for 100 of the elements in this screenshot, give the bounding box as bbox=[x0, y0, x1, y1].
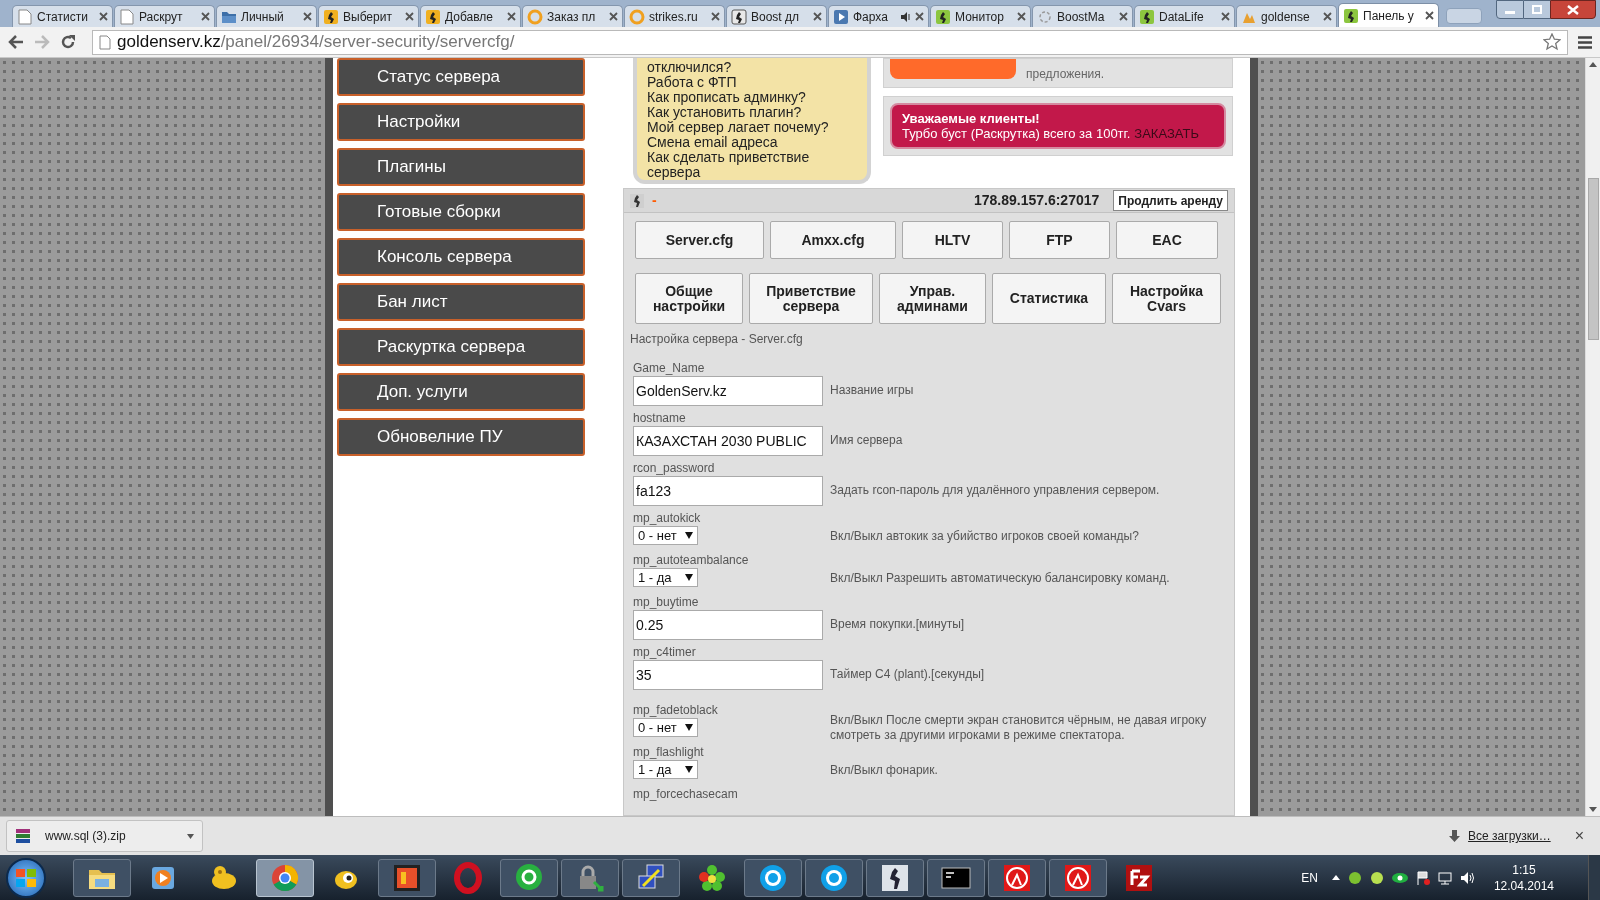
scrollbar-thumb[interactable] bbox=[1587, 178, 1599, 340]
config-tab[interactable]: FTP bbox=[1009, 221, 1110, 259]
browser-tab[interactable]: Личный bbox=[216, 5, 317, 27]
clock-time[interactable]: 1:15 bbox=[1512, 861, 1536, 878]
menu-icon[interactable] bbox=[1578, 35, 1592, 49]
close-button[interactable] bbox=[1550, 0, 1596, 19]
menu-item[interactable]: Раскуртка сервера bbox=[337, 328, 585, 366]
taskbar-button[interactable] bbox=[988, 858, 1046, 897]
text-field[interactable]: 35 bbox=[633, 660, 823, 690]
close-icon[interactable] bbox=[609, 12, 618, 21]
close-icon[interactable] bbox=[915, 12, 924, 21]
restore-button[interactable] bbox=[1524, 0, 1550, 19]
config-tab[interactable]: HLTV bbox=[902, 221, 1003, 259]
section-tab[interactable]: Настройка Cvars bbox=[1112, 273, 1221, 324]
faq-link[interactable]: Как прописать админку? bbox=[647, 90, 857, 105]
browser-tab[interactable]: Фарха bbox=[828, 5, 929, 27]
close-icon[interactable] bbox=[1221, 12, 1230, 21]
caret-up-icon[interactable] bbox=[1331, 875, 1340, 880]
close-downloads-button[interactable]: × bbox=[1574, 824, 1584, 848]
text-field[interactable]: 0.25 bbox=[633, 610, 823, 640]
dropdown[interactable]: 0 - нет bbox=[633, 526, 698, 545]
all-downloads-link[interactable]: Все загрузки… bbox=[1468, 827, 1551, 845]
text-field[interactable]: fa123 bbox=[633, 476, 823, 506]
minimize-button[interactable] bbox=[1496, 0, 1524, 19]
close-icon[interactable] bbox=[1323, 12, 1332, 21]
setting-label: mp_flashlight bbox=[633, 745, 705, 759]
taskbar-button[interactable] bbox=[744, 858, 802, 897]
close-icon[interactable] bbox=[507, 12, 516, 21]
taskbar-button[interactable] bbox=[500, 858, 558, 897]
dropdown[interactable]: 0 - нет bbox=[633, 718, 698, 737]
faq-link[interactable]: Смена email адреса bbox=[647, 135, 857, 150]
browser-tab[interactable]: BoostMa bbox=[1032, 5, 1133, 27]
scrollbar[interactable] bbox=[1585, 58, 1600, 816]
browser-tab[interactable]: Статисти bbox=[12, 5, 113, 27]
config-tab[interactable]: EAC bbox=[1116, 221, 1218, 259]
browser-tab[interactable]: goldense bbox=[1236, 5, 1337, 27]
close-icon[interactable] bbox=[1017, 12, 1026, 21]
bubble-icon[interactable] bbox=[1347, 870, 1362, 885]
browser-tab[interactable]: Boost дл bbox=[726, 5, 827, 27]
config-tab[interactable]: Server.cfg bbox=[635, 221, 764, 259]
browser-tab[interactable]: Добавле bbox=[420, 5, 521, 27]
taskbar-button[interactable] bbox=[805, 858, 863, 897]
browser-tab[interactable]: strikes.ru bbox=[624, 5, 725, 27]
text-field[interactable]: КАЗАХСТАН 2030 PUBLIC bbox=[633, 426, 823, 456]
section-tab[interactable]: Статистика bbox=[992, 273, 1106, 324]
browser-tab[interactable]: Панель у bbox=[1338, 3, 1439, 27]
menu-item[interactable]: Статус сервера bbox=[337, 58, 585, 96]
clock-date[interactable]: 12.04.2014 bbox=[1493, 877, 1554, 894]
address-field[interactable]: goldenserv.kz/panel/26934/server-security/servercfg/ bbox=[92, 29, 1568, 55]
section-tab[interactable]: Управ. админами bbox=[879, 273, 986, 324]
close-icon[interactable] bbox=[1119, 12, 1128, 21]
menu-item[interactable]: Доп. услуги bbox=[337, 373, 585, 411]
close-icon[interactable] bbox=[405, 12, 414, 21]
reload-icon[interactable] bbox=[60, 34, 76, 50]
menu-item[interactable]: Обновелние ПУ bbox=[337, 418, 585, 456]
faq-link[interactable]: Мой сервер лагает почему? bbox=[647, 120, 857, 135]
bubble-icon[interactable] bbox=[1369, 870, 1384, 885]
taskbar-button[interactable] bbox=[256, 858, 314, 897]
back-icon[interactable] bbox=[8, 35, 24, 49]
dropdown[interactable]: 1 - да bbox=[633, 760, 698, 779]
eye-icon[interactable] bbox=[1391, 871, 1408, 884]
faq-link[interactable]: отключился? bbox=[647, 60, 857, 75]
close-icon[interactable] bbox=[711, 12, 720, 21]
browser-tab[interactable]: DataLife bbox=[1134, 5, 1235, 27]
menu-item[interactable]: Консоль сервера bbox=[337, 238, 585, 276]
text-field[interactable]: GoldenServ.kz bbox=[633, 376, 823, 406]
faq-link[interactable]: Как сделать приветствие сервера bbox=[647, 150, 857, 180]
menu-item[interactable]: Настройки bbox=[337, 103, 585, 141]
close-icon[interactable] bbox=[99, 12, 108, 21]
section-tab[interactable]: Приветствие сервера bbox=[749, 273, 873, 324]
dropdown[interactable]: 1 - да bbox=[633, 568, 698, 587]
taskbar-button[interactable] bbox=[622, 858, 680, 897]
config-tab[interactable]: Amxx.cfg bbox=[770, 221, 896, 259]
browser-tab[interactable]: Монитор bbox=[930, 5, 1031, 27]
taskbar-button[interactable] bbox=[378, 858, 436, 897]
close-icon[interactable] bbox=[303, 12, 312, 21]
flag-icon[interactable] bbox=[1415, 870, 1430, 885]
taskbar-button[interactable] bbox=[866, 858, 924, 897]
renew-button[interactable]: Продлить аренду bbox=[1113, 190, 1228, 211]
menu-item[interactable]: Плагины bbox=[337, 148, 585, 186]
language-indicator[interactable]: EN bbox=[1301, 868, 1318, 887]
speaker-icon[interactable] bbox=[1459, 870, 1474, 885]
section-tab[interactable]: Общие настройки bbox=[635, 273, 743, 324]
menu-item[interactable]: Бан лист bbox=[337, 283, 585, 321]
browser-tab[interactable]: Выберит bbox=[318, 5, 419, 27]
faq-link[interactable]: Работа с ФТП bbox=[647, 75, 857, 90]
menu-item[interactable]: Готовые сборки bbox=[337, 193, 585, 231]
browser-tab[interactable]: Раскрут bbox=[114, 5, 215, 27]
start-button[interactable] bbox=[6, 857, 46, 898]
close-icon[interactable] bbox=[1425, 11, 1434, 20]
network-icon[interactable] bbox=[1437, 870, 1452, 885]
browser-tab[interactable]: Заказ пл bbox=[522, 5, 623, 27]
star-icon[interactable] bbox=[1543, 33, 1561, 51]
close-icon[interactable] bbox=[201, 12, 210, 21]
taskbar-button[interactable] bbox=[1049, 858, 1107, 897]
faq-link[interactable]: Как установить плагин? bbox=[647, 105, 857, 120]
caret-icon[interactable] bbox=[187, 833, 194, 839]
download-item[interactable]: www.sql (3).zip bbox=[6, 820, 203, 852]
taskbar-button[interactable] bbox=[73, 858, 131, 897]
close-icon[interactable] bbox=[813, 12, 822, 21]
